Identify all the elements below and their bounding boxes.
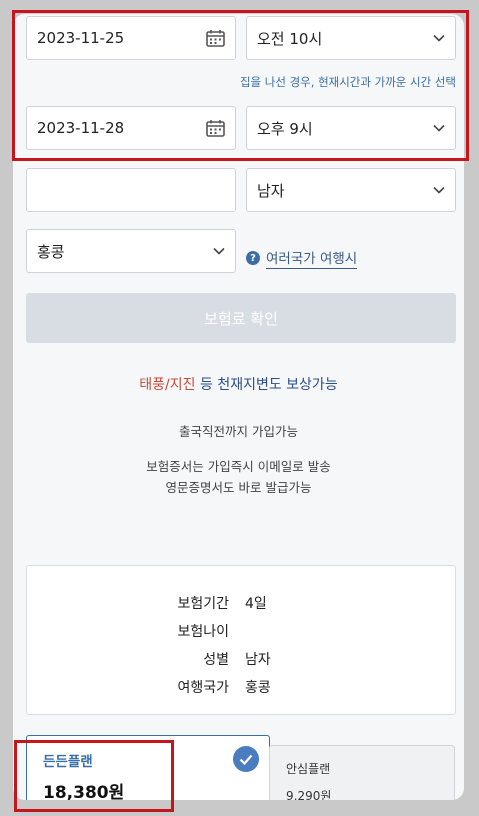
gender-value: 남자: [257, 181, 285, 200]
summary-label: 성별: [203, 652, 229, 668]
chevron-down-icon: [433, 186, 445, 194]
plan-name: 든든플랜: [43, 754, 93, 770]
end-time-value: 오후 9시: [257, 119, 313, 138]
summary-value: 남자: [245, 652, 271, 668]
summary-row: 여행국가 홍콩: [27, 673, 455, 701]
calendar-icon[interactable]: [206, 119, 225, 137]
insurance-form-card: 2023-11-25 오전 10시 집을 나선 경우, 현재시간과 가까운 시간…: [13, 14, 464, 800]
end-time-select[interactable]: 오후 9시: [246, 106, 456, 150]
birth-date-input[interactable]: [26, 168, 236, 212]
summary-value: 홍콩: [245, 680, 271, 696]
start-time-select[interactable]: 오전 10시: [246, 16, 456, 60]
question-icon: ?: [246, 251, 260, 265]
plan-card-ansim[interactable]: 안심플랜 9,290원: [269, 745, 455, 800]
summary-row: 성별 남자: [27, 645, 455, 673]
info-line-1: 출국직전까지 가입가능: [179, 424, 298, 439]
multi-country-label: 여러국가 여행시: [266, 247, 358, 269]
end-date-value: 2023-11-28: [37, 119, 125, 137]
summary-label: 보험기간: [177, 596, 229, 612]
chevron-down-icon: [433, 34, 445, 42]
summary-box: 보험기간 4일 보험나이 성별 남자 여행국가 홍콩: [26, 565, 456, 715]
chevron-down-icon: [213, 247, 225, 255]
confirm-premium-button[interactable]: 보험료 확인: [26, 293, 456, 343]
check-icon: [233, 746, 259, 772]
multi-country-link[interactable]: ? 여러국가 여행시: [246, 247, 358, 269]
promo-blue-text: 등 천재지변도 보상가능: [195, 377, 338, 393]
chevron-down-icon: [433, 124, 445, 132]
plan-name: 안심플랜: [286, 762, 331, 776]
country-value: 홍콩: [37, 242, 65, 261]
summary-label: 보험나이: [177, 624, 229, 640]
info-line-2: 보험증서는 가입즉시 이메일로 발송: [146, 459, 331, 474]
summary-label: 여행국가: [177, 680, 229, 696]
gender-select[interactable]: 남자: [246, 168, 456, 212]
plan-card-dunden[interactable]: 든든플랜 18,380원: [26, 735, 270, 800]
info-line-3: 영문증명서도 바로 발급가능: [165, 480, 312, 495]
start-time-value: 오전 10시: [257, 29, 323, 48]
start-date-value: 2023-11-25: [37, 29, 125, 47]
promo-text: 태풍/지진 등 천재지변도 보상가능: [13, 374, 464, 394]
plan-price: 9,290원: [286, 789, 332, 800]
summary-value: 4일: [245, 596, 267, 612]
start-date-input[interactable]: 2023-11-25: [26, 16, 236, 60]
time-hint: 집을 나선 경우, 현재시간과 가까운 시간 선택: [239, 75, 456, 89]
summary-row: 보험기간 4일: [27, 589, 455, 617]
end-date-input[interactable]: 2023-11-28: [26, 106, 236, 150]
calendar-icon[interactable]: [206, 29, 225, 47]
promo-red-text: 태풍/지진: [139, 377, 196, 393]
summary-row: 보험나이: [27, 617, 455, 645]
plan-price: 18,380원: [43, 783, 125, 800]
country-select[interactable]: 홍콩: [26, 229, 236, 273]
